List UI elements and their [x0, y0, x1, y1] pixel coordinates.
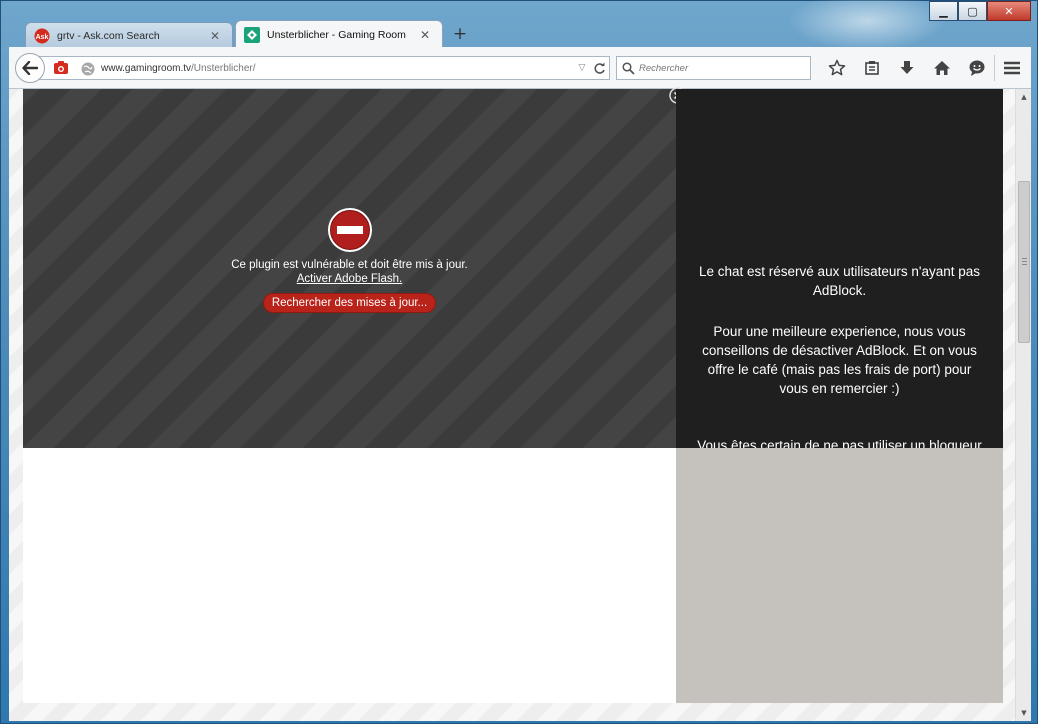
- check-updates-button[interactable]: Rechercher des mises à jour...: [262, 293, 437, 313]
- flash-plugin-area: Ce plugin est vulnérable et doit être mi…: [23, 87, 686, 448]
- plugin-message: Ce plugin est vulnérable et doit être mi…: [231, 259, 468, 271]
- ask-icon: Ask: [34, 28, 50, 44]
- close-window-button[interactable]: ✕: [987, 1, 1031, 21]
- scroll-up-arrow-icon[interactable]: ▲: [1016, 89, 1032, 105]
- close-tab-icon[interactable]: ✕: [418, 28, 432, 42]
- tab-label: grtv - Ask.com Search: [57, 29, 160, 42]
- navigation-toolbar: www.gamingroom.tv/Unsterblicher/ ▽: [9, 47, 1031, 89]
- maximize-button[interactable]: ▢: [958, 1, 987, 21]
- gamingroom-icon: [244, 26, 260, 43]
- reload-icon[interactable]: [589, 62, 609, 75]
- tab-label: Unsterblicher - Gaming Room: [267, 28, 406, 41]
- back-arrow-icon: [22, 61, 38, 75]
- blocked-plugin-notice: Ce plugin est vulnérable et doit être mi…: [23, 207, 676, 313]
- url-bar[interactable]: www.gamingroom.tv/Unsterblicher/ ▽: [39, 56, 610, 80]
- svg-text:Ask: Ask: [36, 34, 49, 41]
- pocket-icon[interactable]: [47, 57, 75, 79]
- new-tab-button[interactable]: +: [447, 22, 473, 46]
- tab-ask-search[interactable]: Ask grtv - Ask.com Search ✕: [25, 22, 233, 48]
- chat-adblock-question: Vous êtes certain de ne pas utiliser un …: [697, 438, 982, 448]
- caption-buttons: ▁ ▢ ✕: [929, 1, 1031, 21]
- browser-window: ▁ ▢ ✕ Ask grtv - Ask.com Search ✕ Unster…: [0, 0, 1038, 724]
- bookmark-star-icon[interactable]: [819, 57, 854, 79]
- toolbar-separator: [994, 55, 995, 81]
- menu-hamburger-icon[interactable]: [999, 57, 1025, 79]
- scroll-down-arrow-icon[interactable]: ▼: [1016, 705, 1032, 721]
- aero-glow: [787, 0, 947, 51]
- url-path: /Unsterblicher/: [191, 62, 256, 74]
- download-icon[interactable]: [889, 57, 924, 79]
- url-text[interactable]: www.gamingroom.tv/Unsterblicher/: [101, 63, 575, 74]
- chat-lower-area: [676, 448, 1003, 703]
- content-blank-area: [23, 448, 676, 703]
- page-content: Ce plugin est vulnérable et doit être mi…: [9, 87, 1031, 721]
- close-tab-icon[interactable]: ✕: [208, 29, 222, 43]
- search-icon[interactable]: [617, 61, 639, 75]
- search-bar[interactable]: [616, 56, 811, 80]
- vertical-scrollbar[interactable]: ▲ ▼: [1015, 89, 1031, 721]
- chat-adblock-advice: Pour une meilleure experience, nous vous…: [702, 324, 977, 396]
- back-button[interactable]: [15, 53, 45, 83]
- hello-chat-icon[interactable]: [959, 57, 994, 79]
- url-history-dropdown-icon[interactable]: ▽: [575, 63, 589, 73]
- scroll-thumb[interactable]: [1018, 181, 1030, 343]
- tab-strip: Ask grtv - Ask.com Search ✕ Unsterbliche…: [25, 20, 473, 48]
- blocked-plugin-icon: [327, 208, 372, 252]
- home-icon[interactable]: [924, 57, 959, 79]
- chat-adblock-notice: Le chat est réservé aux utilisateurs n'a…: [699, 264, 980, 298]
- search-input[interactable]: [639, 62, 810, 74]
- scroll-thumb-grip: [1022, 258, 1027, 265]
- chat-panel: Le chat est réservé aux utilisateurs n'a…: [676, 89, 1003, 448]
- tab-gaming-room[interactable]: Unsterblicher - Gaming Room ✕: [235, 20, 443, 48]
- url-domain: www.gamingroom.tv: [101, 62, 192, 74]
- globe-icon: [81, 61, 95, 76]
- activate-flash-link[interactable]: Activer Adobe Flash.: [297, 273, 402, 285]
- reading-list-icon[interactable]: [854, 57, 889, 79]
- toolbar-icons: [819, 57, 994, 79]
- minimize-button[interactable]: ▁: [929, 1, 958, 21]
